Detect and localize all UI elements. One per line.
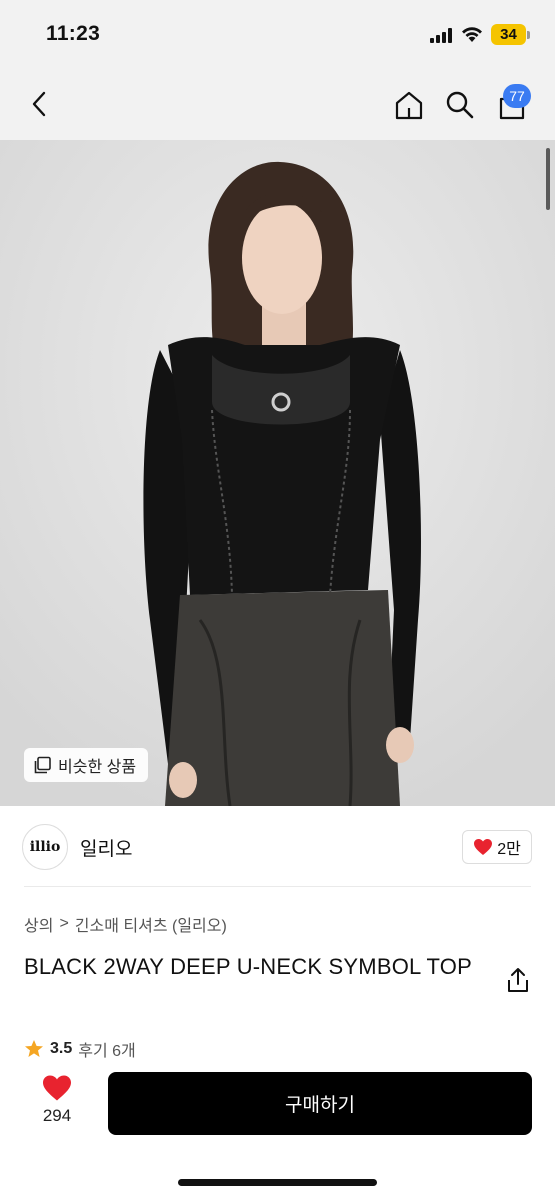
share-icon xyxy=(508,968,528,992)
search-icon xyxy=(446,91,474,119)
brand-like-count: 2만 xyxy=(497,841,521,858)
home-indicator xyxy=(178,1179,377,1186)
search-button[interactable] xyxy=(440,85,480,125)
top-navigation xyxy=(0,68,555,140)
brand-name[interactable]: 일리오 xyxy=(80,834,132,861)
status-time: 11:23 xyxy=(46,22,101,45)
similar-products-button[interactable]: 비슷한 상품 xyxy=(24,748,149,782)
product-image[interactable] xyxy=(0,140,555,806)
battery-tip xyxy=(527,31,530,39)
similar-items-icon xyxy=(34,756,51,774)
breadcrumb: 상의 > 긴소매 티셔츠 (일리오) xyxy=(24,912,227,936)
cart-count-badge: 77 xyxy=(503,84,531,108)
back-button[interactable] xyxy=(20,84,60,124)
scrollbar[interactable] xyxy=(546,148,550,210)
product-title: BLACK 2WAY DEEP U-NECK SYMBOL TOP xyxy=(24,954,472,979)
status-bar: 11:23 34 xyxy=(0,0,555,68)
home-button[interactable] xyxy=(389,85,429,125)
brand-logo-text: illio xyxy=(29,839,61,855)
similar-products-label: 비슷한 상품 xyxy=(58,759,137,776)
star-icon xyxy=(25,1040,43,1057)
breadcrumb-subcategory[interactable]: 긴소매 티셔츠 (일리오) xyxy=(75,912,227,936)
buy-button[interactable]: 구매하기 xyxy=(108,1072,532,1135)
brand-logo[interactable]: illio xyxy=(22,824,68,870)
breadcrumb-category[interactable]: 상의 xyxy=(24,912,53,936)
divider xyxy=(24,886,531,887)
product-photo xyxy=(0,140,555,806)
heart-icon xyxy=(474,839,493,855)
wishlist-button[interactable]: 294 xyxy=(28,1074,86,1136)
battery-indicator: 34 xyxy=(491,24,526,45)
brand-row: illio 일리오 2만 xyxy=(0,806,555,886)
brand-like-button[interactable]: 2만 xyxy=(462,830,532,864)
cellular-signal-icon xyxy=(430,28,454,43)
home-icon xyxy=(395,91,423,120)
rating-row[interactable]: 3.5 후기 6개 xyxy=(24,1038,136,1060)
rating-score: 3.5 xyxy=(50,1040,73,1057)
breadcrumb-separator: > xyxy=(59,915,69,932)
share-button[interactable] xyxy=(504,966,532,994)
product-detail-page: 11:23 34 77 비슷한 상품 illio 일리오 2만 상의 > 긴소매… xyxy=(0,0,555,1200)
heart-icon xyxy=(43,1075,71,1101)
review-count: 후기 6개 xyxy=(78,1043,136,1060)
wishlist-count: 294 xyxy=(42,1106,72,1125)
back-icon xyxy=(32,91,46,117)
wifi-icon xyxy=(460,25,484,43)
